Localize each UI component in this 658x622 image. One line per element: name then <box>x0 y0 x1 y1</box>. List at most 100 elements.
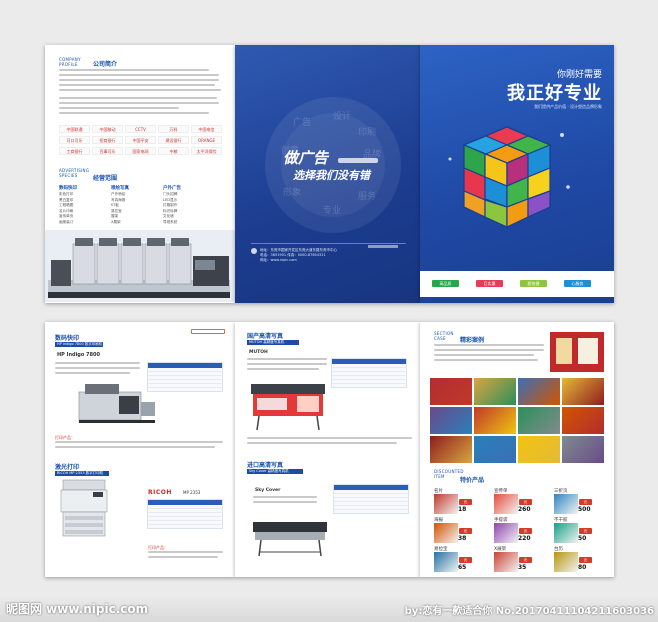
rubiks-cube-graphic <box>448 126 570 228</box>
client-logo-label: CCTV <box>135 127 146 132</box>
client-logo: 百事可乐 <box>92 147 123 155</box>
scope-item: 宣传单页 <box>59 214 74 218</box>
skycover-brand: Sky Cover <box>255 488 281 493</box>
discounted-item-title: 特价产品 <box>460 477 485 484</box>
product-price: 65 <box>458 564 467 571</box>
client-logo: 建设银行 <box>158 136 189 144</box>
price-unit-tag: 元 <box>519 557 532 563</box>
page-front-cover: 你刚好需要 我正好专业 我们提供产品价值 · 设计塑造品牌形象 高品质 巨实惠 … <box>420 45 614 303</box>
discounted-item-en: DISCOUNTED ITEM <box>434 469 464 479</box>
ricoh-bar: RICOH MP 2353 数字打印机 <box>55 471 109 476</box>
scope-item: 灯箱制作 <box>163 203 178 207</box>
section-case-en: SECTION CASE <box>434 331 454 341</box>
case-photo <box>518 407 560 434</box>
client-logo-label: 百事可乐 <box>99 149 116 154</box>
offset-printing-press-image <box>45 230 235 302</box>
client-logo-label: 万科 <box>169 127 178 132</box>
scope-item: 文化墙 <box>163 214 174 218</box>
client-logo-label: 太平洋保险 <box>196 149 217 154</box>
product-price: 38 <box>458 535 467 542</box>
client-logo-label: 工商银行 <box>66 149 83 154</box>
price-unit-tag: 元 <box>579 528 592 534</box>
service-badge: 巨实惠 <box>476 280 503 287</box>
section-laser-print-title: 激光打印 <box>55 464 80 471</box>
svg-text:服务: 服务 <box>358 190 376 202</box>
case-photo <box>474 378 516 405</box>
page-back-cover: 广告 设计 印刷 创意 品牌 形象 专业 服务 策划 做广告 选择我们没有错 地址：东莞市国… <box>235 45 420 303</box>
scope-item: X展架 <box>111 219 121 224</box>
mutoh-plotter-image <box>251 384 325 431</box>
client-logo-label: 中国平安 <box>132 138 149 143</box>
product-price: 35 <box>518 564 527 571</box>
client-logo: 可口可乐 <box>59 136 90 144</box>
product-photo <box>494 494 518 514</box>
client-logo-label: 中国移动 <box>99 127 116 132</box>
client-logo: 中粮 <box>158 147 189 155</box>
product-card: 手提袋元 220 <box>494 517 534 549</box>
product-card: 台历元 80 <box>554 546 594 578</box>
scope-item: LED显示 <box>163 197 178 202</box>
product-photo <box>554 552 578 572</box>
client-logo: 中国电信 <box>191 125 222 133</box>
price-table-3 <box>331 358 407 388</box>
scope-item: KT板 <box>111 203 119 207</box>
mutoh-bar: MUTOH 高精度写真机 <box>247 340 299 345</box>
scope-item: 名片印刷 <box>59 208 74 213</box>
skycover-plotter-image <box>253 522 327 557</box>
case-photo <box>430 378 472 405</box>
company-profile-en: COMPANY PROFILE <box>59 57 81 67</box>
scope-item: 易拉宝 <box>111 208 122 213</box>
scope-item: 彩色打印 <box>59 192 74 196</box>
headline-big: 我正好专业 <box>507 83 602 104</box>
product-card: 海报元 38 <box>434 517 474 549</box>
slogan-tag <box>338 158 378 163</box>
product-price: 260 <box>518 506 531 513</box>
product-card: 易拉宝元 65 <box>434 546 474 578</box>
hp-indigo-model: HP Indigo 7800 <box>57 352 100 358</box>
product-card: 宣传单元 260 <box>494 488 534 520</box>
product-photo <box>554 494 578 514</box>
page-company-profile: COMPANY PROFILE 公司简介 中国联通 中国移动 CCTV 万科 中国电信可… <box>45 45 235 303</box>
client-logo-label: 中粮 <box>169 149 178 154</box>
slogan-main: 做广告 <box>283 149 329 167</box>
client-logo: 太平洋保险 <box>191 147 222 155</box>
client-logo: 中国平安 <box>125 136 156 144</box>
client-logo-label: 中国电信 <box>198 127 215 132</box>
price-unit-tag: 元 <box>459 528 472 534</box>
client-logo-label: 建设银行 <box>165 138 182 143</box>
service-badge: 超快捷 <box>520 280 547 287</box>
svg-text:专业: 专业 <box>323 204 341 216</box>
page-cases-products: SECTION CASE 精彩案例 DISCOUNTED ITEM 特价产品 名… <box>420 322 614 577</box>
price-table-4 <box>333 484 409 514</box>
section-domestic-photo-title: 国产高清写真 <box>247 333 284 340</box>
service-badge: 心服务 <box>564 280 591 287</box>
scope-item: 标识标牌 <box>163 208 178 213</box>
case-photo <box>562 436 604 463</box>
page-photo-printing: 国产高清写真 MUTOH 高精度写真机 MUTOH 进口高清写真 Sky Cov… <box>235 322 420 577</box>
price-unit-tag: 元 <box>519 499 532 505</box>
ricoh-brand: RICOH <box>148 489 172 496</box>
case-photo <box>518 436 560 463</box>
client-logo-label: 国家电网 <box>132 149 149 154</box>
slogan-sub: 选择我们没有错 <box>293 169 370 182</box>
scope-item: 户外喷绘 <box>111 192 126 196</box>
price-unit-tag: 元 <box>519 528 532 534</box>
case-photo <box>518 378 560 405</box>
case-photo <box>430 407 472 434</box>
company-profile-title: 公司简介 <box>93 61 118 68</box>
client-logo-label: ORANGE <box>197 138 216 143</box>
scope-item: 黑白复印 <box>59 197 74 202</box>
contact-web: 网址：www.nipic.com <box>260 258 297 262</box>
price-unit-tag: 元 <box>579 499 592 505</box>
section-digital-print-title: 数码快印 <box>55 335 80 342</box>
product-photo <box>434 523 458 543</box>
product-price: 18 <box>458 506 467 513</box>
page-digital-printing: 数码快印 HP Indigo 7800 数字印刷机 HP Indigo 7800… <box>45 322 235 577</box>
product-price: 50 <box>578 535 587 542</box>
scope-item: 导视系统 <box>163 219 178 224</box>
cover-tagline: 我们提供产品价值 · 设计塑造品牌形象 <box>534 104 602 109</box>
client-logo: 万科 <box>158 125 189 133</box>
client-logo: 国家电网 <box>125 147 156 155</box>
section-import-photo-title: 进口高清写真 <box>247 462 284 469</box>
case-photo <box>430 436 472 463</box>
